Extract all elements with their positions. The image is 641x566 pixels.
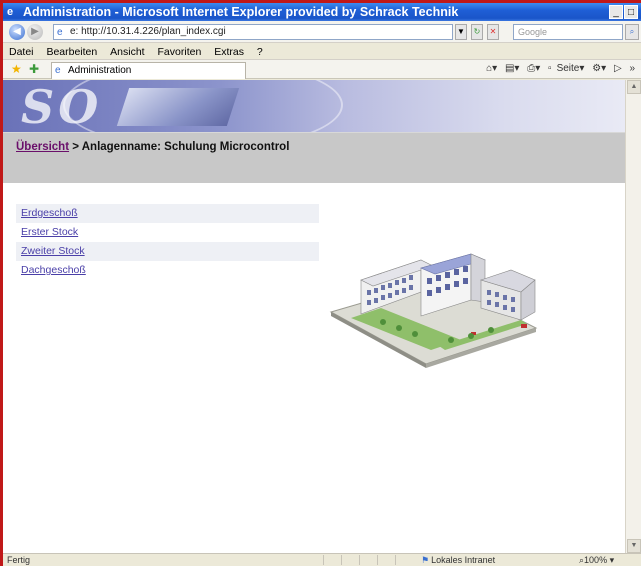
search-placeholder: Google — [518, 27, 548, 37]
header-banner: SO — [3, 80, 625, 132]
search-input[interactable]: Google — [513, 24, 623, 40]
page-menu-button[interactable]: ▫ Seite▾ — [548, 63, 584, 74]
building-image — [329, 253, 538, 368]
floor-link-erdgeschoss[interactable]: Erdgeschoß — [21, 207, 78, 219]
toolbar-overflow-button[interactable]: » — [629, 63, 635, 74]
scroll-up-arrow-icon[interactable]: ▲ — [627, 80, 641, 94]
stop-icon[interactable]: ✕ — [487, 24, 499, 40]
tab-administration[interactable]: e Administration — [51, 62, 246, 79]
page-viewport: SO Übersicht > Anlagenname: Schulung Mic… — [3, 80, 625, 553]
banner-logo: SO — [21, 80, 103, 132]
list-item: Erster Stock — [16, 223, 319, 242]
favorites-star-icon[interactable]: ★ — [11, 63, 22, 75]
title-bar: e Administration - Microsoft Internet Ex… — [3, 3, 641, 21]
menu-favoriten[interactable]: Favoriten — [158, 44, 202, 60]
breadcrumb-overview-link[interactable]: Übersicht — [16, 141, 69, 153]
browser-window: e Administration - Microsoft Internet Ex… — [3, 3, 641, 566]
research-icon[interactable]: ▷ — [614, 63, 622, 74]
menu-extras[interactable]: Extras — [214, 44, 244, 60]
tab-label: Administration — [68, 65, 132, 76]
status-segment — [341, 555, 357, 565]
list-item: Erdgeschoß — [16, 204, 319, 223]
floor-link-dachgeschoss[interactable]: Dachgeschoß — [21, 264, 86, 276]
menu-ansicht[interactable]: Ansicht — [110, 44, 144, 60]
refresh-icon[interactable]: ↻ — [471, 24, 483, 40]
status-segment — [395, 555, 411, 565]
zoom-level[interactable]: ⌕100% ▾ — [579, 554, 614, 566]
restore-button[interactable]: □ — [624, 5, 638, 19]
breadcrumb-separator: > — [69, 141, 82, 153]
list-item: Dachgeschoß — [16, 261, 319, 280]
tools-icon[interactable]: ⚙▾ — [592, 63, 606, 74]
tab-page-icon: e — [55, 65, 61, 76]
status-segment — [359, 555, 375, 565]
print-icon[interactable]: ⎙▾ — [527, 63, 540, 74]
vertical-scrollbar[interactable]: ▲ ▼ — [625, 80, 641, 553]
address-bar[interactable]: e e: http://10.31.4.226/plan_index.cgi — [53, 24, 453, 40]
scroll-down-arrow-icon[interactable]: ▼ — [627, 539, 641, 553]
minimize-button[interactable]: _ — [609, 5, 623, 19]
address-dropdown-button[interactable]: ▼ — [455, 24, 467, 40]
add-favorite-icon[interactable]: ✚ — [29, 63, 39, 75]
floor-link-erster-stock[interactable]: Erster Stock — [21, 226, 78, 238]
menu-bearbeiten[interactable]: Bearbeiten — [46, 44, 97, 60]
status-bar: Fertig ⚑ Lokales Intranet ⌕100% ▾ — [3, 553, 641, 566]
feeds-icon[interactable]: ▤▾ — [505, 63, 519, 74]
forward-button[interactable]: ▶ — [27, 24, 43, 40]
home-icon[interactable]: ⌂▾ — [486, 63, 497, 74]
status-segment — [323, 555, 339, 565]
search-icon[interactable]: ⌕ — [625, 24, 639, 40]
command-bar: ⌂▾ ▤▾ ⎙▾ ▫ Seite▾ ⚙▾ ▷ » — [481, 63, 635, 74]
breadcrumb-bar: Übersicht > Anlagenname: Schulung Microc… — [3, 132, 625, 183]
status-text: Fertig — [7, 555, 31, 565]
address-toolbar: ◀ ▶ e e: http://10.31.4.226/plan_index.c… — [3, 21, 641, 43]
status-segment — [377, 555, 393, 565]
breadcrumb: Übersicht > Anlagenname: Schulung Microc… — [16, 141, 289, 153]
floor-list: Erdgeschoß Erster Stock Zweiter Stock Da… — [16, 204, 319, 280]
menu-datei[interactable]: Datei — [9, 44, 34, 60]
security-zone: ⚑ Lokales Intranet — [421, 555, 496, 565]
back-button[interactable]: ◀ — [9, 24, 25, 40]
floor-link-zweiter-stock[interactable]: Zweiter Stock — [21, 245, 85, 257]
address-url: e: http://10.31.4.226/plan_index.cgi — [70, 26, 226, 37]
banner-circuit-board-image — [116, 88, 240, 126]
ie-logo-icon: e — [7, 6, 14, 18]
menu-help[interactable]: ? — [257, 44, 263, 60]
building-illustration — [321, 240, 541, 370]
breadcrumb-current: Anlagenname: Schulung Microcontrol — [81, 141, 290, 153]
window-title: Administration - Microsoft Internet Expl… — [23, 5, 459, 19]
intranet-icon: ⚑ — [421, 555, 430, 565]
menu-bar: Datei Bearbeiten Ansicht Favoriten Extra… — [3, 44, 641, 60]
list-item: Zweiter Stock — [16, 242, 319, 261]
tab-row: ★ ✚ e Administration ⌂▾ ▤▾ ⎙▾ ▫ Seite▾ ⚙▾… — [3, 60, 641, 79]
page-icon: e — [57, 27, 63, 38]
